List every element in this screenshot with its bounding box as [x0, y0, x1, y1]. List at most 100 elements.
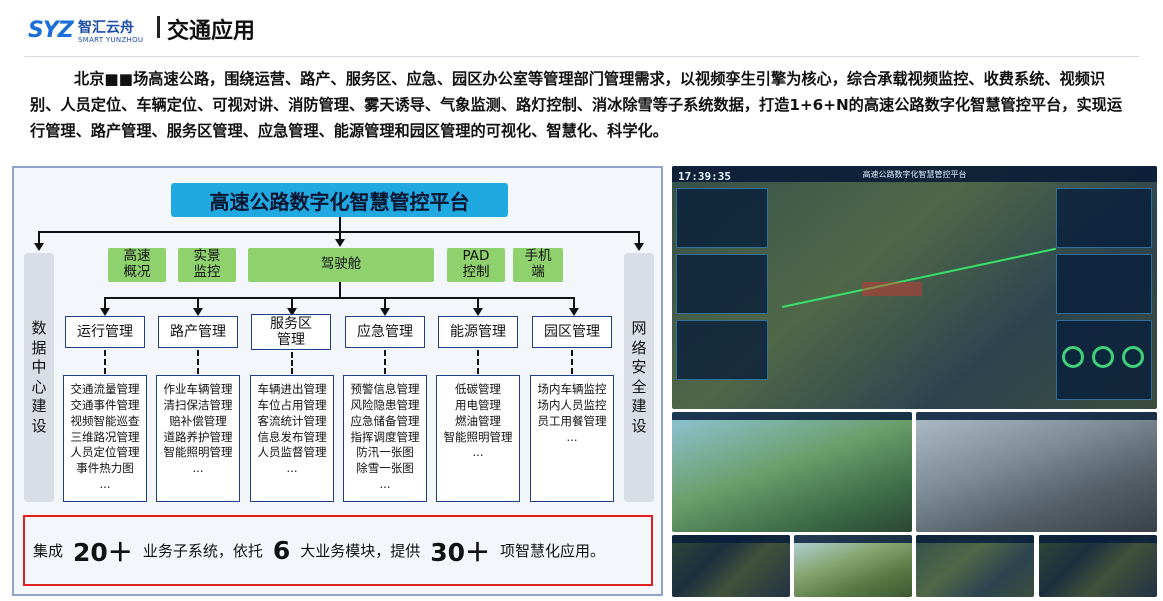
dashed-connector — [571, 350, 573, 374]
park-items: 场内车辆监控 场内人员监控 员工用餐管理 ... — [530, 375, 614, 502]
right-panel — [1056, 254, 1152, 314]
arrow-icon — [473, 308, 483, 316]
detail-item: ... — [566, 429, 578, 444]
module-label: 运行管理 — [77, 323, 133, 340]
column-char: 心 — [31, 377, 47, 396]
screenshot-titlebar — [1039, 535, 1157, 543]
entry-label: 概况 — [123, 264, 151, 280]
module-operation: 运行管理 — [65, 316, 145, 348]
gauge-icon — [1092, 346, 1114, 368]
detail-item: 风险隐患管理 — [350, 397, 420, 412]
operation-items: 交通流量管理 交通事件管理 视频智能巡查 三维路况管理 人员定位管理 事件热力图… — [63, 375, 147, 502]
entry-highway-overview: 高速 概况 — [108, 248, 166, 282]
module-label: 园区管理 — [544, 323, 600, 340]
column-char: 全 — [631, 377, 647, 396]
detail-item: ... — [99, 477, 111, 492]
column-char: 设 — [631, 416, 647, 435]
entry-label: 控制 — [462, 264, 490, 280]
entry-label: 高速 — [123, 248, 151, 265]
detail-item: ... — [472, 445, 484, 460]
detail-item: 场内车辆监控 — [537, 382, 607, 396]
arrow-icon — [193, 308, 203, 316]
arrow-icon — [634, 243, 644, 251]
detail-item: 车位占用管理 — [257, 397, 327, 412]
service-area-screenshot — [672, 412, 912, 532]
detail-item: 交通事件管理 — [70, 397, 140, 412]
module-label: 应急管理 — [357, 323, 413, 340]
entry-label: 实景 — [193, 248, 221, 265]
arrow-icon — [569, 308, 579, 316]
detail-item: 视频智能巡查 — [70, 413, 140, 428]
dashboard-time: 17:39:35 — [678, 170, 731, 183]
thumbnail-screenshot — [916, 535, 1034, 597]
detail-item: ... — [286, 461, 298, 476]
header-rule — [24, 56, 1139, 57]
detail-item: 道路养护管理 — [163, 429, 233, 444]
thumbnail-screenshot — [794, 535, 912, 597]
detail-item: 应急储备管理 — [350, 413, 420, 428]
entry-label: PAD — [462, 248, 490, 265]
column-char: 据 — [31, 338, 47, 357]
energy-items: 低碳管理 用电管理 燃油管理 智能照明管理 ... — [436, 375, 520, 502]
detail-item: 信息发布管理 — [257, 429, 327, 444]
detail-item: 用电管理 — [455, 397, 501, 412]
data-center-column: 数 据 中 心 建 设 — [24, 253, 54, 502]
module-emergency: 应急管理 — [345, 316, 425, 348]
detail-item: 事件热力图 — [76, 461, 134, 476]
thumbnail-screenshot — [1039, 535, 1157, 597]
dashed-connector — [384, 350, 386, 374]
module-label: 服务区 — [270, 315, 312, 332]
column-char: 建 — [31, 397, 47, 415]
main-dashboard-screenshot: 高速公路数字化智慧管控平台 17:39:35 — [672, 166, 1157, 409]
module-label: 能源管理 — [450, 323, 506, 340]
page-title: 交通应用 — [167, 19, 256, 44]
detail-item: 三维路况管理 — [70, 429, 140, 444]
detail-item: 预警信息管理 — [350, 382, 420, 396]
detail-item: 防汛一张图 — [356, 445, 414, 460]
entry-pad-control: PAD 控制 — [447, 248, 505, 282]
arrow-icon — [335, 239, 345, 247]
logo-mark: SYZ — [28, 18, 74, 43]
detail-item: 交通流量管理 — [70, 382, 140, 396]
detail-item: 清扫保洁管理 — [163, 397, 233, 412]
screenshot-titlebar — [794, 535, 912, 543]
module-label: 管理 — [277, 332, 305, 348]
column-char: 安 — [631, 358, 647, 376]
entry-label: 监控 — [193, 264, 221, 280]
platform-title: 高速公路数字化智慧管控平台 — [171, 183, 508, 217]
screenshot-titlebar — [916, 412, 1157, 420]
entry-label: 手机 — [524, 248, 552, 265]
title-divider — [157, 16, 160, 38]
screenshot-titlebar — [672, 412, 912, 420]
summary-text: 项智慧化应用。 — [500, 542, 606, 560]
right-panel — [1056, 188, 1152, 248]
detail-item: 人员监督管理 — [257, 445, 327, 460]
arrow-icon — [34, 243, 44, 251]
entry-label: 端 — [531, 264, 545, 280]
service-area-items: 车辆进出管理 车位占用管理 客流统计管理 信息发布管理 人员监督管理 ... — [250, 375, 334, 502]
detail-item: 智能照明管理 — [443, 429, 513, 444]
arrow-icon — [100, 308, 110, 316]
detail-item: 员工用餐管理 — [537, 413, 607, 428]
module-park: 园区管理 — [532, 316, 612, 348]
detail-item: 作业车辆管理 — [163, 382, 233, 396]
detail-item: 指挥调度管理 — [350, 429, 420, 444]
summary-text: 业务子系统，依托 — [142, 542, 263, 560]
dashed-connector — [197, 350, 199, 374]
column-char: 网 — [631, 319, 647, 337]
module-energy: 能源管理 — [438, 316, 518, 348]
detail-item: 智能照明管理 — [163, 445, 233, 460]
entry-cockpit: 驾驶舱 — [248, 248, 434, 282]
left-panel — [676, 320, 768, 380]
detail-item: 场内人员监控 — [537, 397, 607, 412]
summary-number: 30＋ — [430, 537, 491, 567]
connector — [339, 217, 341, 232]
detail-item: ... — [192, 461, 204, 476]
road-assets-items: 作业车辆管理 清扫保洁管理 赔补偿管理 道路养护管理 智能照明管理 ... — [156, 375, 240, 502]
emergency-items: 预警信息管理 风险隐患管理 应急储备管理 指挥调度管理 防汛一张图 除雪一张图 … — [343, 375, 427, 502]
network-security-column: 网 络 安 全 建 设 — [624, 253, 654, 502]
module-service-area: 服务区 管理 — [251, 314, 331, 350]
summary-text: 大业务模块，提供 — [300, 542, 421, 560]
entry-mobile: 手机 端 — [513, 248, 563, 282]
entry-label: 驾驶舱 — [320, 256, 362, 273]
